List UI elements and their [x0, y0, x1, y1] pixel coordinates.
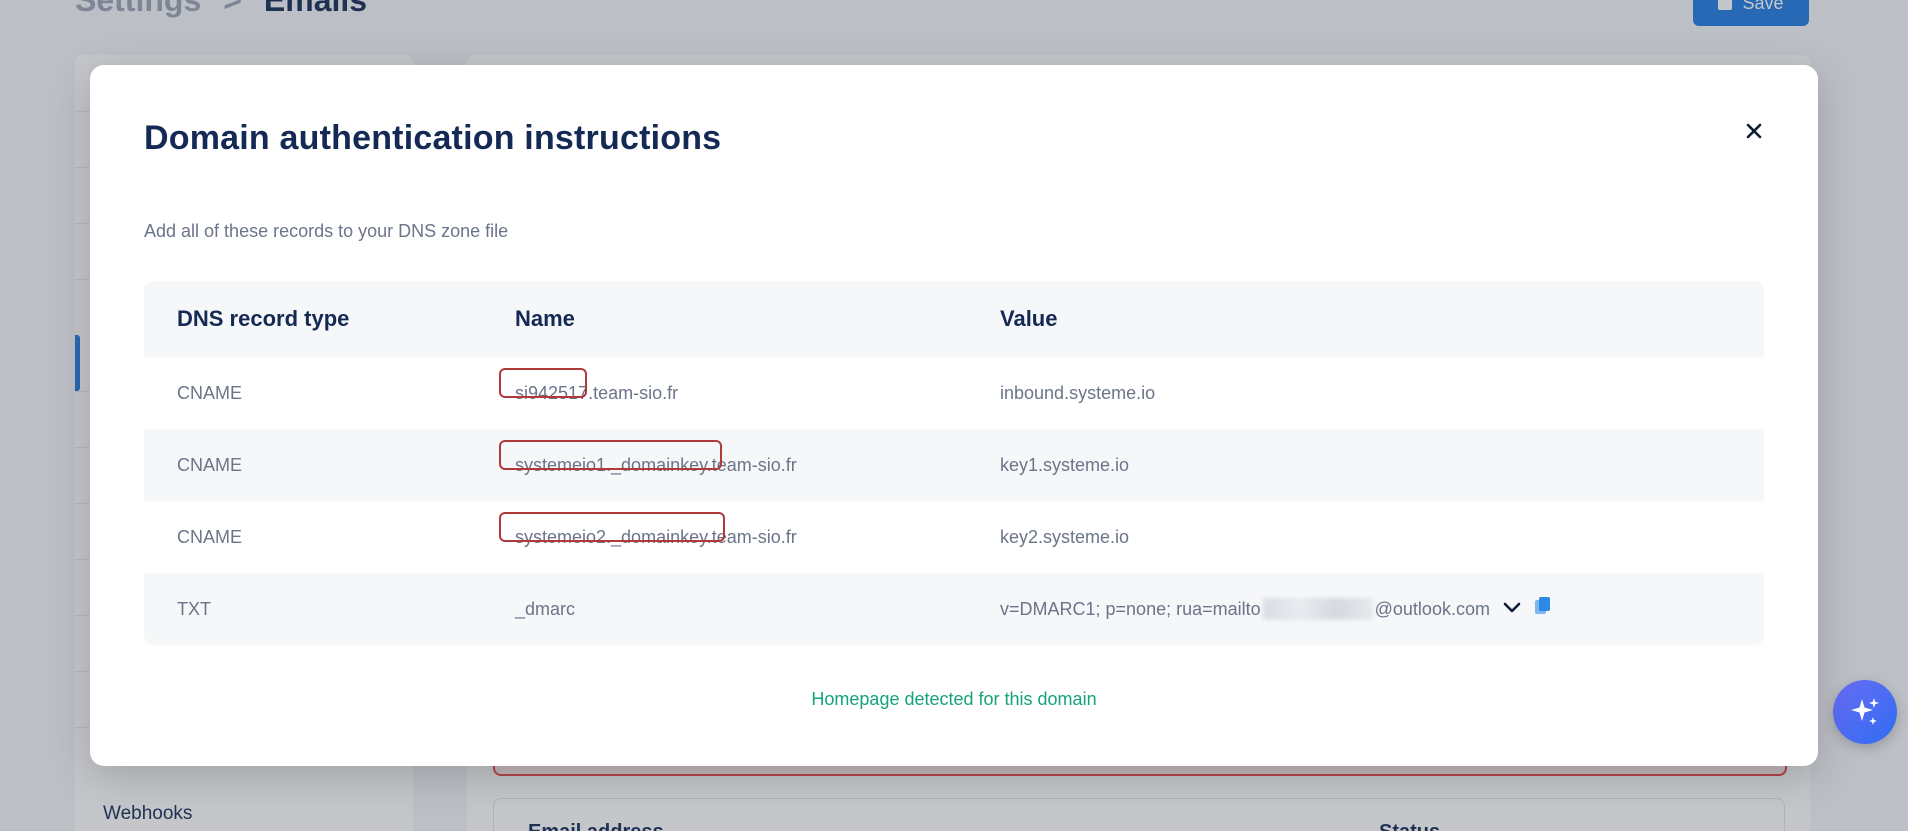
copy-button[interactable]	[1534, 596, 1552, 623]
record-name-text: systemeio2._domainkey.team-sio.fr	[499, 511, 797, 548]
table-row: CNAME si942517.team-sio.fr inbound.syste…	[144, 357, 1764, 429]
record-name: _dmarc	[515, 598, 576, 619]
record-type: CNAME	[177, 454, 243, 475]
modal-subtitle: Add all of these records to your DNS zon…	[144, 221, 509, 241]
record-type: CNAME	[177, 382, 243, 403]
record-type: TXT	[177, 598, 211, 619]
record-name-suffix: .team-sio.fr	[588, 382, 679, 403]
record-value: v=DMARC1; p=none; rua=mailto @outlook.com	[967, 596, 1764, 623]
record-value: key1.systeme.io	[1000, 454, 1130, 475]
domain-authentication-modal: Domain authentication instructions Add a…	[90, 65, 1818, 766]
header-name: Name	[515, 306, 575, 331]
close-icon	[1746, 123, 1762, 139]
record-value-prefix: v=DMARC1; p=none; rua=mailto	[1000, 598, 1261, 619]
highlight-box	[499, 511, 725, 542]
record-value-suffix: @outlook.com	[1374, 598, 1490, 619]
table-row: TXT _dmarc v=DMARC1; p=none; rua=mailto @…	[144, 573, 1764, 645]
modal-title: Domain authentication instructions	[144, 119, 722, 157]
ai-assistant-button[interactable]	[1833, 680, 1897, 744]
table-row: CNAME systemeio1._domainkey.team-sio.fr …	[144, 429, 1764, 501]
chevron-down-icon	[1503, 602, 1521, 612]
close-button[interactable]	[1738, 115, 1770, 147]
expand-button[interactable]	[1502, 599, 1522, 620]
highlight-box	[499, 367, 587, 398]
dns-records-table: DNS record type Name Value CNAME si94251…	[144, 281, 1764, 645]
record-value: key2.systeme.io	[1000, 526, 1130, 547]
record-name: si942517.team-sio.fr	[482, 367, 967, 404]
sparkle-icon	[1851, 698, 1879, 725]
record-name-text: si942517.team-sio.fr	[499, 367, 679, 404]
copy-icon	[1534, 596, 1550, 614]
table-row: CNAME systemeio2._domainkey.team-sio.fr …	[144, 501, 1764, 573]
highlight-box	[499, 439, 722, 470]
table-header: DNS record type Name Value	[144, 281, 1764, 357]
record-value: inbound.systeme.io	[1000, 382, 1156, 403]
record-name-text: systemeio1._domainkey.team-sio.fr	[499, 439, 797, 476]
record-name: systemeio1._domainkey.team-sio.fr	[482, 439, 967, 476]
record-name: systemeio2._domainkey.team-sio.fr	[482, 511, 967, 548]
value-actions	[1502, 596, 1552, 623]
homepage-status: Homepage detected for this domain	[811, 689, 1097, 709]
record-type: CNAME	[177, 526, 243, 547]
header-dns-record-type: DNS record type	[177, 306, 350, 331]
header-value: Value	[1000, 306, 1058, 331]
redacted-email	[1262, 598, 1373, 620]
